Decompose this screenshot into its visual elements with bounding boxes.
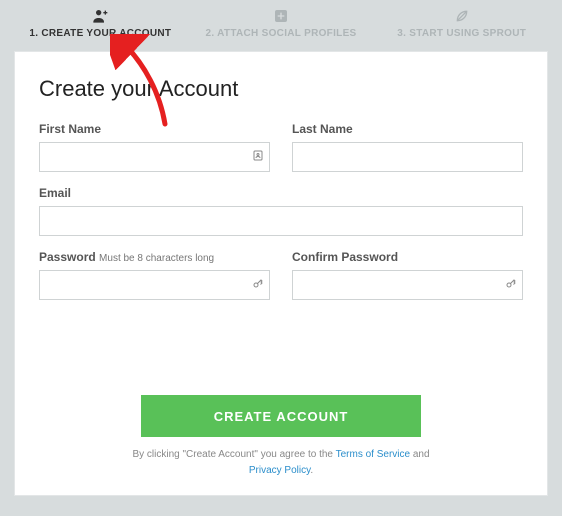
create-account-button[interactable]: CREATE ACCOUNT (141, 395, 421, 437)
leaf-icon (371, 8, 552, 24)
plus-box-icon (191, 8, 372, 24)
person-plus-icon (10, 8, 191, 24)
step-attach-profiles[interactable]: 2. ATTACH SOCIAL PROFILES (191, 8, 372, 39)
email-label: Email (39, 186, 523, 200)
fineprint: By clicking "Create Account" you agree t… (39, 447, 523, 479)
page-title: Create your Account (39, 76, 523, 102)
first-name-input[interactable] (39, 142, 270, 172)
password-field-group: Password Must be 8 characters long (39, 250, 270, 300)
step-label: 3. START USING SPROUT (371, 28, 552, 39)
last-name-field-group: Last Name (292, 122, 523, 172)
email-input[interactable] (39, 206, 523, 236)
form-footer: CREATE ACCOUNT By clicking "Create Accou… (39, 395, 523, 479)
step-label: 1. CREATE YOUR ACCOUNT (10, 28, 191, 39)
confirm-password-label: Confirm Password (292, 250, 523, 264)
last-name-input[interactable] (292, 142, 523, 172)
steps-bar: 1. CREATE YOUR ACCOUNT 2. ATTACH SOCIAL … (0, 0, 562, 51)
password-label: Password Must be 8 characters long (39, 250, 270, 264)
step-label: 2. ATTACH SOCIAL PROFILES (191, 28, 372, 39)
first-name-label: First Name (39, 122, 270, 136)
first-name-field-group: First Name (39, 122, 270, 172)
form-card: Create your Account First Name Last Name… (14, 51, 548, 496)
last-name-label: Last Name (292, 122, 523, 136)
step-create-account[interactable]: 1. CREATE YOUR ACCOUNT (10, 8, 191, 39)
step-start-using[interactable]: 3. START USING SPROUT (371, 8, 552, 39)
terms-of-service-link[interactable]: Terms of Service (336, 449, 410, 460)
privacy-policy-link[interactable]: Privacy Policy (249, 465, 311, 476)
password-input[interactable] (39, 270, 270, 300)
email-field-group: Email (39, 186, 523, 236)
password-hint: Must be 8 characters long (99, 253, 214, 264)
confirm-password-field-group: Confirm Password (292, 250, 523, 300)
confirm-password-input[interactable] (292, 270, 523, 300)
